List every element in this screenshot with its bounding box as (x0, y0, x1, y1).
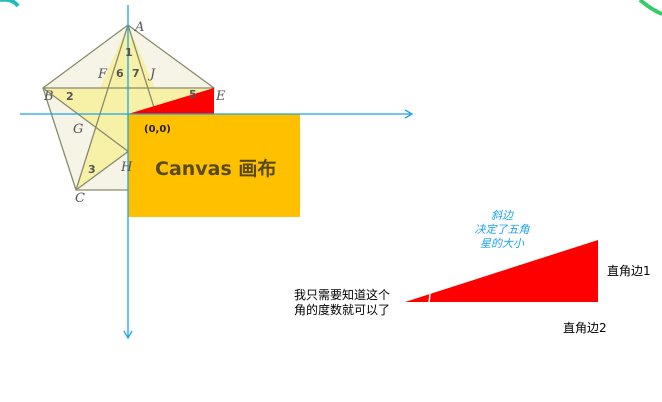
angle-5: 5 (189, 88, 197, 101)
angle-note-line: 我只需要知道这个 (294, 288, 391, 302)
leg1-label: 直角边1 (607, 264, 651, 278)
origin-label: (0,0) (144, 124, 171, 135)
corner-decoration (0, 0, 20, 8)
label-f: F (98, 67, 108, 82)
label-j: J (150, 67, 156, 82)
canvas-title: Canvas 画布 (155, 158, 277, 180)
angle-2: 2 (66, 90, 74, 103)
angle-note: 我只需要知道这个 角的度数就可以了 (294, 288, 390, 318)
label-g: G (73, 122, 84, 137)
angle-7: 7 (132, 67, 140, 80)
hypotenuse-line: 星的大小 (480, 237, 524, 250)
label-h: H (121, 160, 133, 175)
angle-1: 1 (125, 46, 133, 59)
hypotenuse-line: 决定了五角 (474, 223, 530, 236)
angle-mark (428, 293, 431, 304)
label-b: B (44, 89, 54, 104)
diagram (0, 0, 662, 340)
leg2-label: 直角边2 (563, 321, 607, 335)
label-a: A (135, 20, 145, 35)
angle-3: 3 (88, 163, 96, 176)
hypotenuse-line: 斜边 (491, 209, 513, 222)
angle-note-line: 角的度数就可以了 (294, 303, 391, 317)
hypotenuse-label: 斜边 决定了五角 星的大小 (462, 209, 542, 251)
label-c: C (75, 191, 85, 206)
label-e: E (216, 89, 226, 104)
angle-6: 6 (116, 67, 124, 80)
corner-decoration (638, 0, 662, 16)
